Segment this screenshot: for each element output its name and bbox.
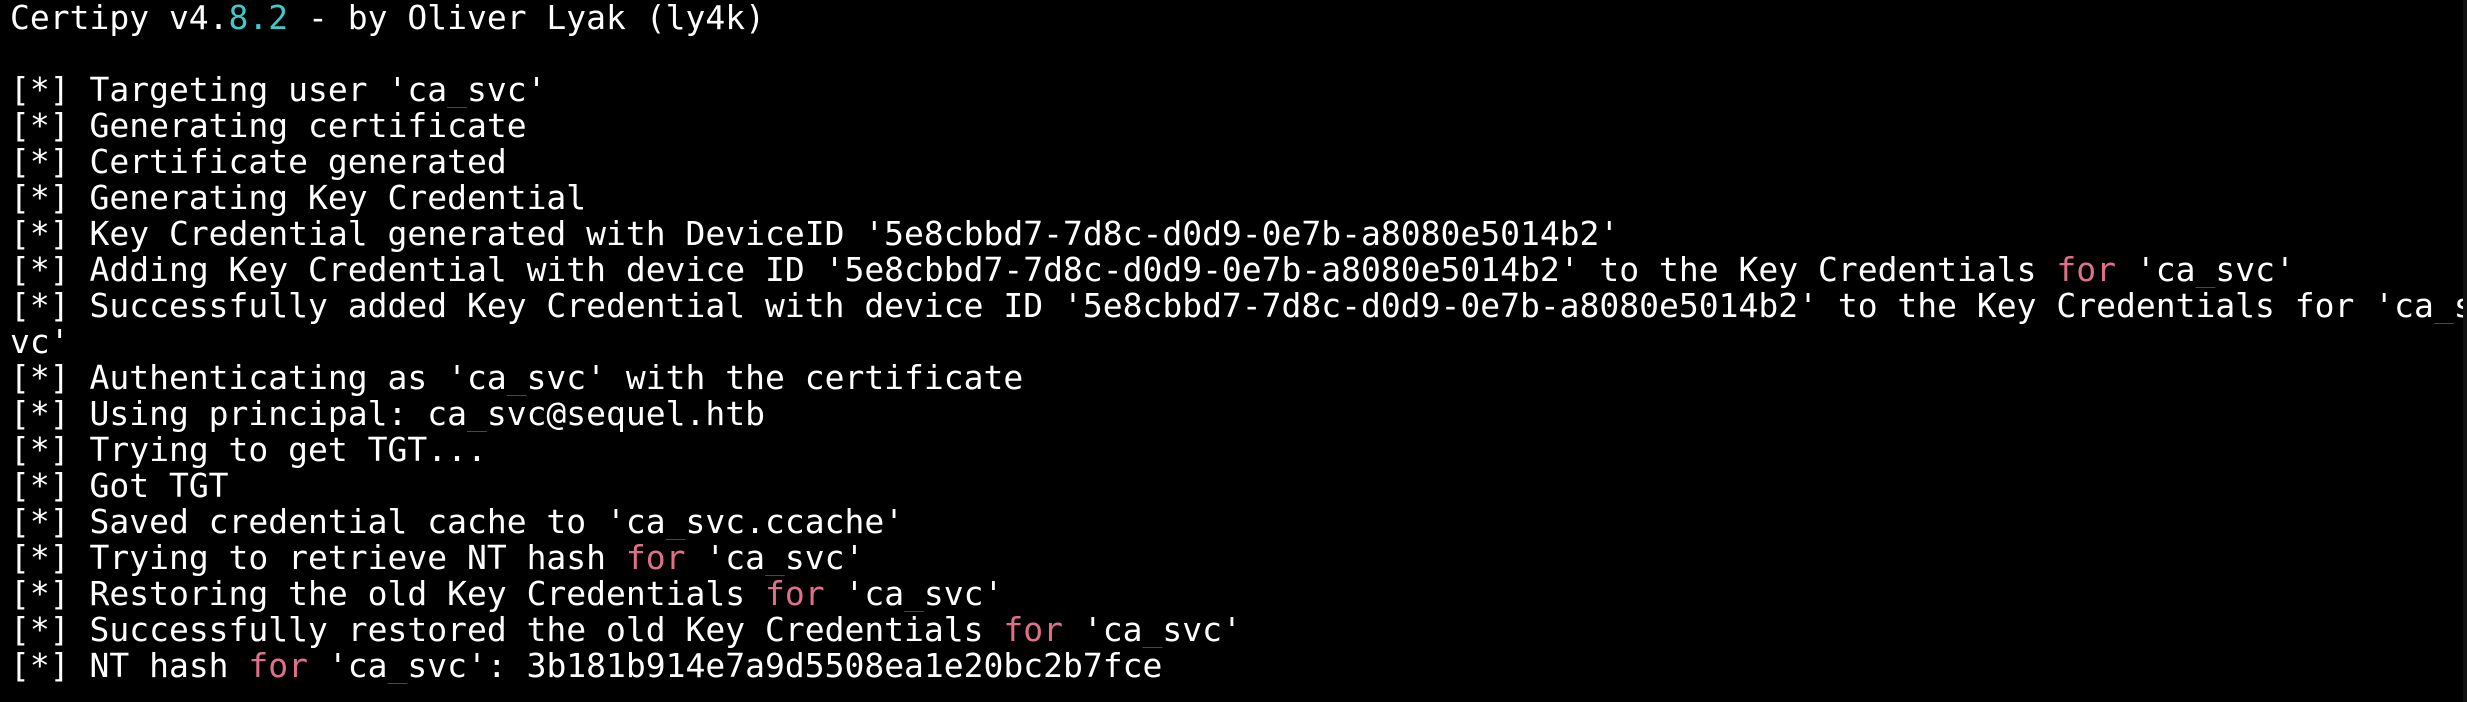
banner-prefix: Certipy v4. (10, 0, 229, 36)
log-text-tail: 'ca_svc' (1063, 612, 1242, 648)
log-line: [*] Key Credential generated with Device… (10, 216, 2467, 252)
log-text: Targeting user 'ca_svc' (69, 72, 547, 108)
status-marker: [*] (10, 576, 70, 612)
log-lines: [*] Targeting user 'ca_svc' [*] Generatin… (10, 72, 2467, 684)
log-text-tail: 'ca_svc' (685, 540, 865, 576)
status-marker: [*] (10, 180, 70, 216)
banner-suffix: - by Oliver Lyak (ly4k) (288, 0, 765, 36)
log-text: Trying to get TGT... (69, 432, 487, 468)
log-line: vc' (10, 324, 2467, 360)
keyword-for: for (764, 576, 825, 612)
log-line: [*] Restoring the old Key Credentials fo… (10, 576, 2467, 612)
status-marker: [*] (10, 360, 70, 396)
log-line: [*] Got TGT (10, 468, 2467, 504)
status-marker: [*] (10, 468, 70, 504)
log-text: Certificate generated (69, 144, 507, 180)
log-text: Restoring the old Key Credentials (69, 576, 765, 612)
log-line: [*] Trying to get TGT... (10, 432, 2467, 468)
status-marker: [*] (10, 504, 70, 540)
log-line: [*] Generating certificate (10, 108, 2467, 144)
log-line: [*] Generating Key Credential (10, 180, 2467, 216)
keyword-for: for (248, 648, 309, 684)
log-line: [*] Authenticating as 'ca_svc' with the … (10, 360, 2467, 396)
log-text: Generating certificate (69, 108, 527, 144)
log-line: [*] Successfully added Key Credential wi… (10, 288, 2467, 324)
log-text-tail: 'ca_svc': 3b181b914e7a9d5508ea1e20bc2b7f… (308, 648, 1163, 684)
log-text: Trying to retrieve NT hash (69, 540, 626, 576)
terminal-scroll-edge (2463, 0, 2467, 702)
status-marker: [*] (10, 540, 70, 576)
log-line: [*] Targeting user 'ca_svc' (10, 72, 2467, 108)
status-marker: [*] (10, 72, 70, 108)
log-text: Successfully added Key Credential with d… (69, 288, 2467, 324)
status-marker: [*] (10, 612, 70, 648)
log-line: [*] Adding Key Credential with device ID… (10, 252, 2467, 288)
keyword-for: for (1003, 612, 1063, 648)
log-text: Saved credential cache to 'ca_svc.ccache… (69, 504, 905, 540)
status-marker: [*] (10, 648, 70, 684)
log-text: Got TGT (69, 468, 229, 504)
status-marker: [*] (10, 432, 70, 468)
banner-version: 8.2 (228, 0, 289, 36)
log-text: Successfully restored the old Key Creden… (69, 612, 1004, 648)
status-marker: [*] (10, 144, 70, 180)
log-line: [*] Using principal: ca_svc@sequel.htb (10, 396, 2467, 432)
terminal-output[interactable]: Certipy v4.8.2 - by Oliver Lyak (ly4k) [… (0, 0, 2467, 702)
keyword-for: for (625, 540, 686, 576)
log-text-tail: 'ca_svc' (824, 576, 1004, 612)
log-line: [*] Certificate generated (10, 144, 2467, 180)
log-text: Generating Key Credential (69, 180, 587, 216)
log-line: [*] Saved credential cache to 'ca_svc.cc… (10, 504, 2467, 540)
log-line: [*] Trying to retrieve NT hash for 'ca_s… (10, 540, 2467, 576)
log-text: NT hash (69, 648, 249, 684)
log-text: Adding Key Credential with device ID '5e… (69, 252, 2057, 288)
log-text-tail: 'ca_svc' (2116, 252, 2295, 288)
log-text: Authenticating as 'ca_svc' with the cert… (69, 360, 1024, 396)
certipy-banner: Certipy v4.8.2 - by Oliver Lyak (ly4k) (10, 0, 2467, 36)
status-marker: [*] (10, 108, 70, 144)
status-marker: [*] (10, 288, 70, 324)
log-line: [*] NT hash for 'ca_svc': 3b181b914e7a9d… (10, 648, 2467, 684)
keyword-for: for (2056, 252, 2116, 288)
status-marker: [*] (10, 396, 70, 432)
log-text: vc' (10, 324, 70, 360)
status-marker: [*] (10, 252, 70, 288)
status-marker: [*] (10, 216, 70, 252)
log-text: Key Credential generated with DeviceID '… (69, 216, 1620, 252)
log-line: [*] Successfully restored the old Key Cr… (10, 612, 2467, 648)
log-text: Using principal: ca_svc@sequel.htb (69, 396, 765, 432)
